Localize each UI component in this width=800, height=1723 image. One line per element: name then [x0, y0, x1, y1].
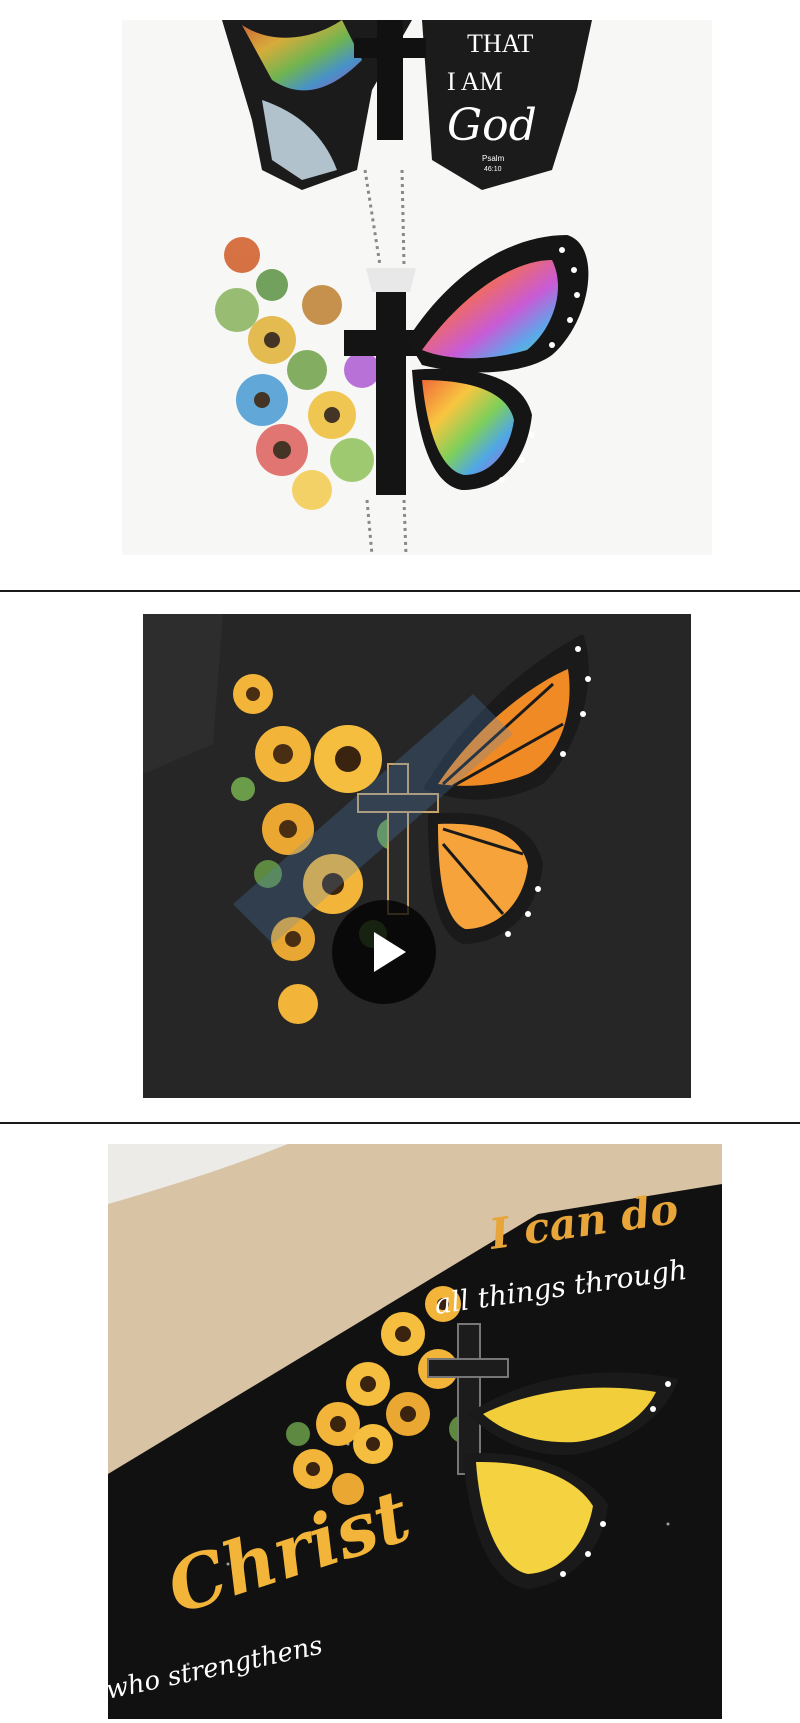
necklace-text-god: God	[447, 100, 537, 151]
beach-towel-illustration: I can do all things through Christ who s…	[108, 1144, 722, 1719]
play-button[interactable]	[332, 900, 436, 1004]
play-icon	[374, 932, 406, 972]
necklace-text-verse: 46:10	[484, 166, 502, 173]
necklace-text-that: THAT	[467, 29, 534, 58]
image-panel-1: THAT I AM God Psalm 46:10	[0, 0, 800, 590]
necklace-text-psalm: Psalm	[482, 154, 505, 163]
tshirt-illustration	[143, 614, 691, 1098]
image-panel-3: I can do all things through Christ who s…	[0, 1124, 800, 1723]
image-panel-2	[0, 592, 800, 1122]
tshirt-image[interactable]	[143, 614, 691, 1098]
necklace-text-iam: I AM	[447, 67, 503, 96]
beach-towel-image[interactable]: I can do all things through Christ who s…	[108, 1144, 722, 1719]
necklace-illustration: THAT I AM God Psalm 46:10	[215, 20, 592, 555]
butterfly-necklace-image[interactable]: THAT I AM God Psalm 46:10	[122, 20, 712, 555]
